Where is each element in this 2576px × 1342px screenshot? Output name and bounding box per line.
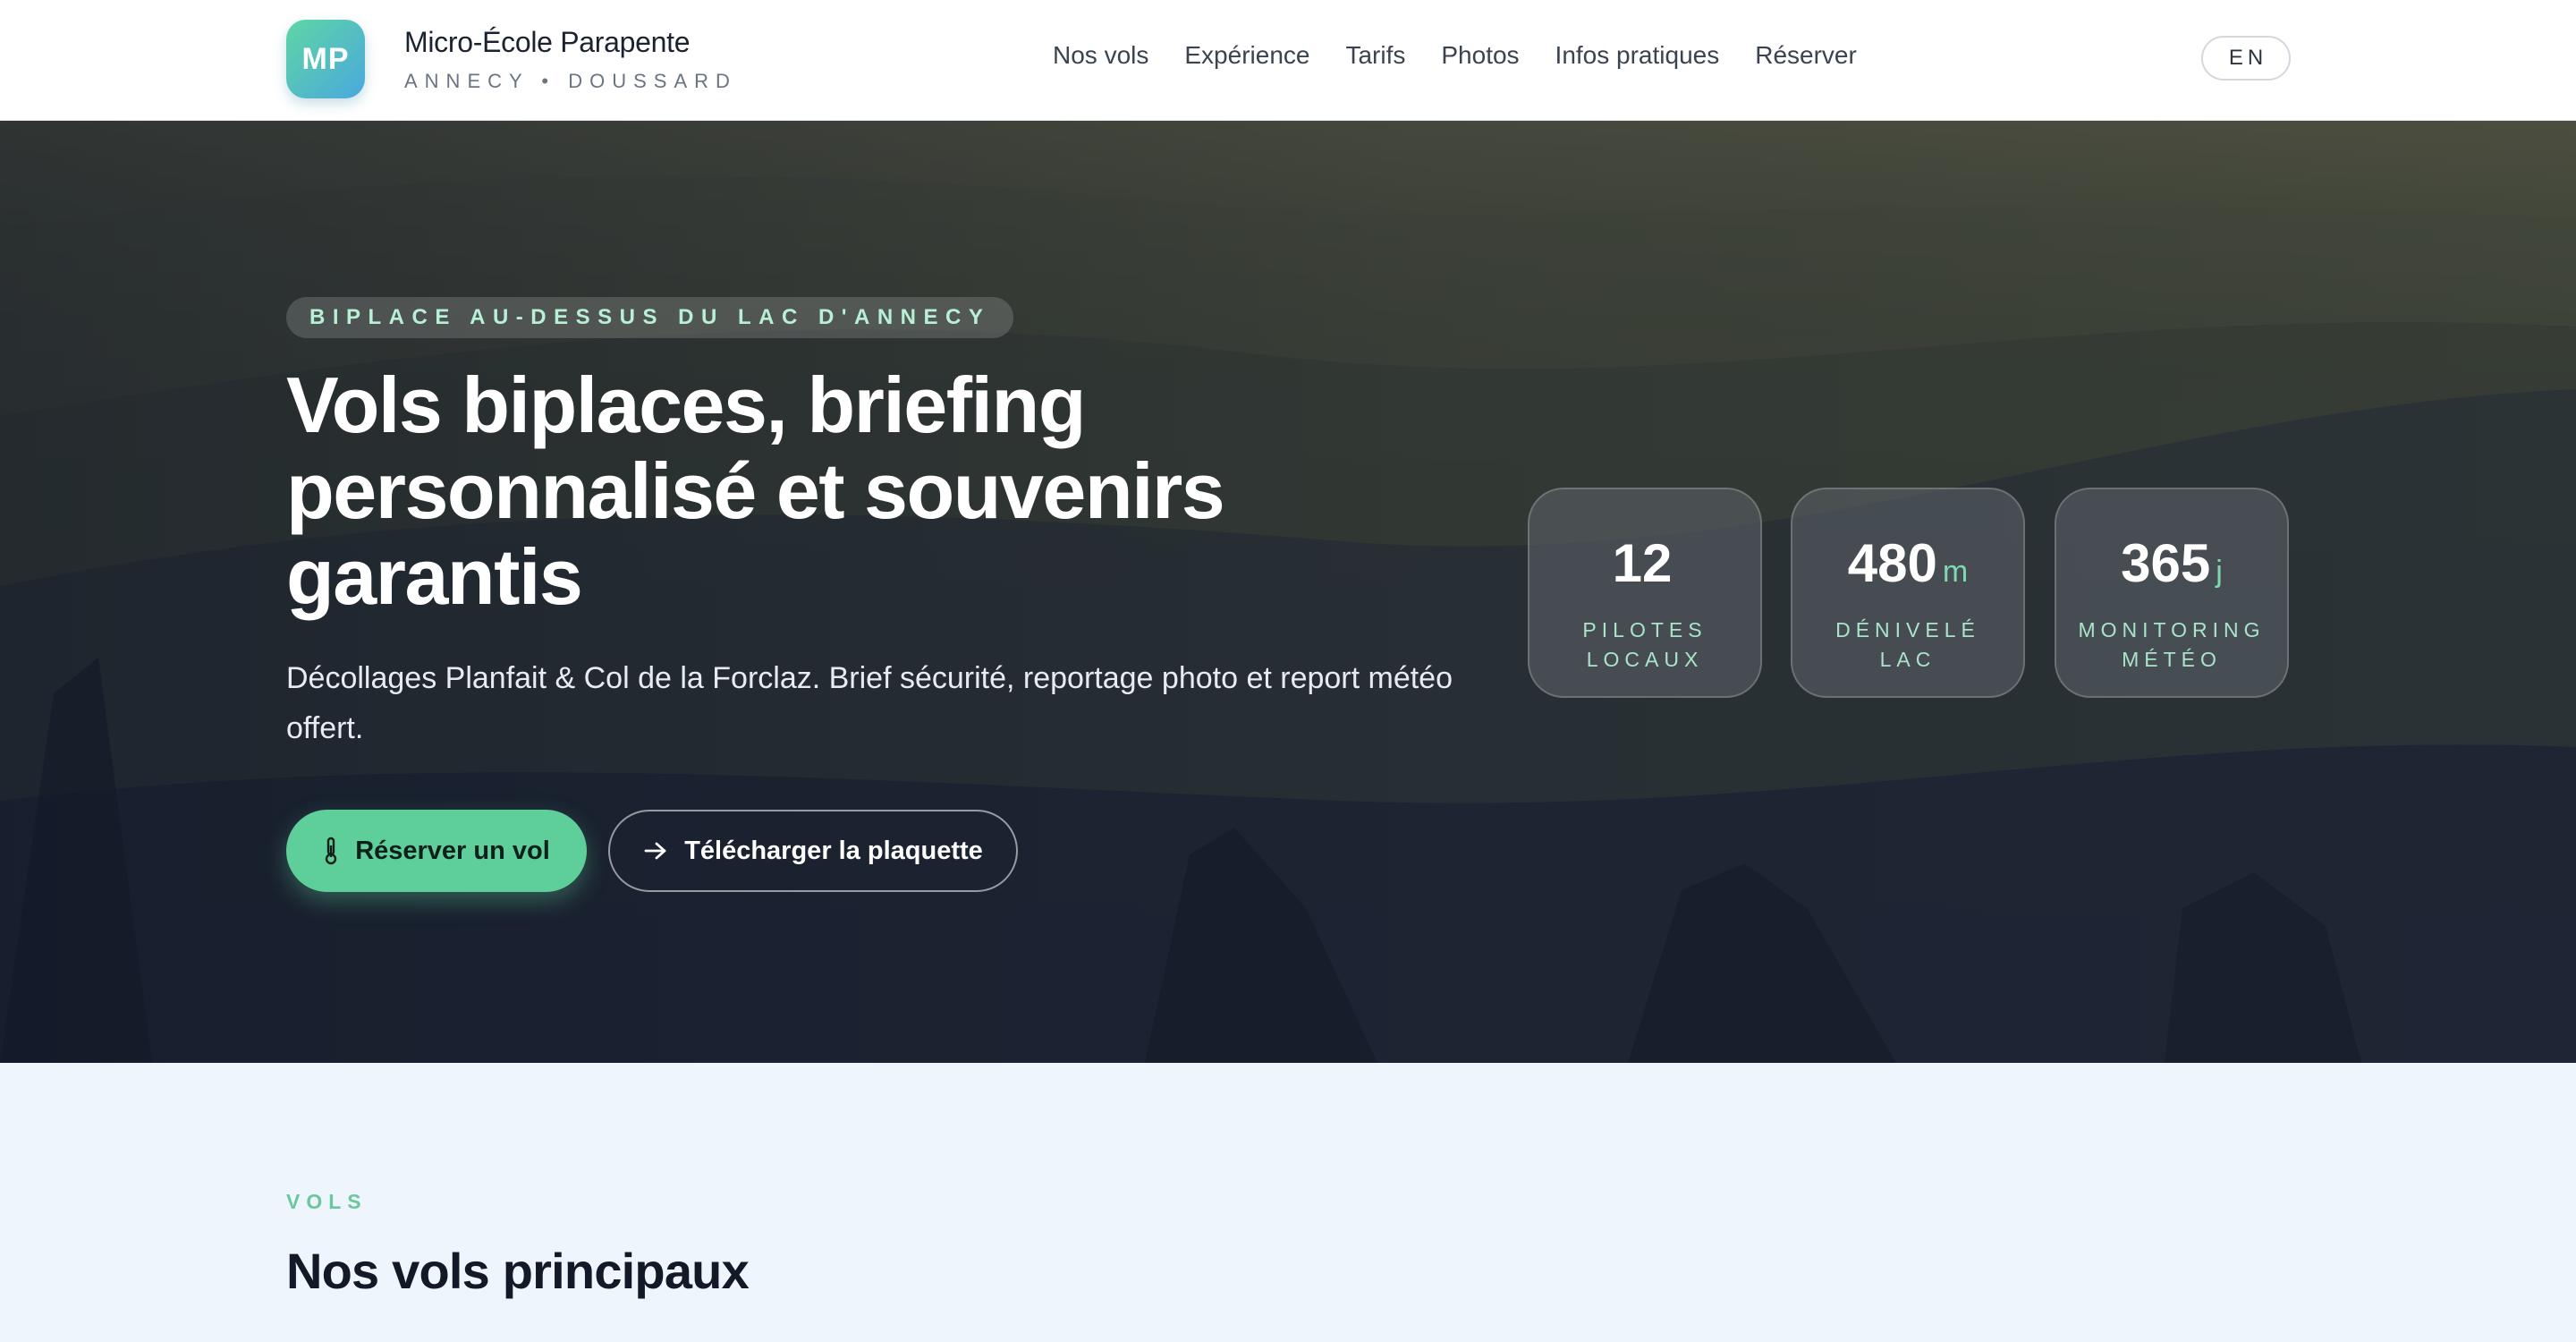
stat-value: 480 m	[1847, 533, 1969, 593]
stat-label: PILOTES LOCAUX	[1582, 618, 1707, 671]
nav-link-photos[interactable]: Photos	[1441, 41, 1519, 70]
brand-name: Micro-École Parapente	[404, 25, 691, 58]
arrow-right-icon	[643, 840, 668, 862]
brand-subtitle: ANNECY • DOUSSARD	[404, 69, 737, 92]
book-flight-button[interactable]: Réserver un vol	[286, 810, 587, 892]
stat-card-weather: 365 j MONITORING MÉTÉO	[2055, 488, 2289, 698]
site-header: MP Micro-École Parapente ANNECY • DOUSSA…	[0, 0, 2576, 121]
hero-section: BIPLACE AU-DESSUS DU LAC D'ANNECY Vols b…	[0, 121, 2576, 1063]
brand-text: Micro-École Parapente ANNECY • DOUSSARD	[404, 26, 737, 93]
section-eyebrow: VOLS	[286, 1190, 368, 1213]
stat-card-elevation: 480 m DÉNIVELÉ LAC	[1791, 488, 2025, 698]
nav-link-reserver[interactable]: Réserver	[1755, 41, 1857, 70]
brand-logo[interactable]: MP	[286, 20, 365, 98]
stat-label: DÉNIVELÉ LAC	[1835, 618, 1980, 671]
stat-unit: m	[1942, 555, 1969, 589]
nav-link-experience[interactable]: Expérience	[1184, 41, 1309, 70]
nav-link-nos-vols[interactable]: Nos vols	[1053, 41, 1148, 70]
download-brochure-button[interactable]: Télécharger la plaquette	[608, 810, 1018, 892]
stat-card-pilots: 12 PILOTES LOCAUX	[1528, 488, 1762, 698]
section-title: Nos vols principaux	[286, 1243, 750, 1299]
hero-eyebrow-badge: BIPLACE AU-DESSUS DU LAC D'ANNECY	[286, 297, 1014, 338]
stat-unit: j	[2216, 555, 2223, 589]
language-toggle-button[interactable]: EN	[2201, 36, 2291, 81]
hero-lead: Décollages Planfait & Col de la Forclaz.…	[286, 661, 1453, 745]
book-flight-label: Réserver un vol	[355, 836, 550, 865]
stat-value: 365 j	[2121, 533, 2223, 593]
hero-title: Vols biplaces, briefing personnalisé et …	[286, 361, 1225, 621]
nav-link-infos-pratiques[interactable]: Infos pratiques	[1555, 41, 1720, 70]
nav-link-tarifs[interactable]: Tarifs	[1345, 41, 1405, 70]
download-brochure-label: Télécharger la plaquette	[684, 836, 983, 865]
stat-label: MONITORING MÉTÉO	[2078, 618, 2266, 671]
thermometer-icon	[323, 837, 339, 865]
stat-value: 12	[1612, 533, 1673, 593]
main-nav: Nos vols Expérience Tarifs Photos Infos …	[1053, 41, 1893, 70]
brand[interactable]: MP Micro-École Parapente ANNECY • DOUSSA…	[286, 20, 737, 98]
